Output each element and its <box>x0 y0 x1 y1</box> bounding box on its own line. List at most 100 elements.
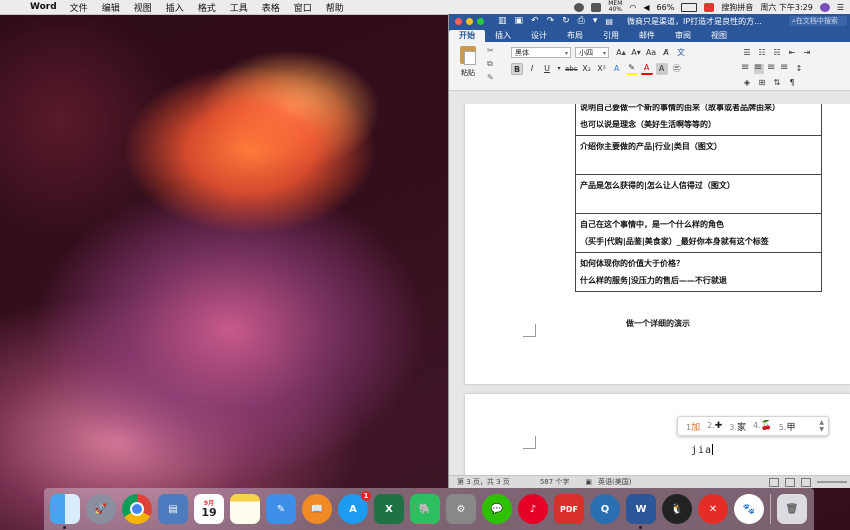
qq-icon[interactable]: 🐧 <box>662 494 692 524</box>
copy-icon[interactable]: ⧉ <box>487 59 494 69</box>
notification-center-icon[interactable]: ☰ <box>837 3 844 12</box>
menu-edit[interactable]: 编辑 <box>102 1 120 14</box>
increase-indent-icon[interactable]: ⇥ <box>801 47 813 59</box>
books-icon[interactable]: 📖 <box>302 494 332 524</box>
character-shading-icon[interactable]: A <box>655 63 668 75</box>
menu-insert[interactable]: 插入 <box>166 1 184 14</box>
line-spacing-icon[interactable]: ↕ <box>793 63 805 75</box>
app-status-icon[interactable] <box>591 2 602 12</box>
redo-icon[interactable]: ↷ <box>547 16 555 26</box>
clock[interactable]: 周六 下午3:29 <box>760 2 813 13</box>
italic-button[interactable]: I <box>526 63 538 75</box>
tab-home[interactable]: 开始 <box>449 30 485 42</box>
print-layout-icon[interactable] <box>769 478 779 487</box>
quicktime-icon[interactable]: Q <box>590 494 620 524</box>
ime-page-arrows-icon[interactable]: ▲ ▼ <box>819 419 824 433</box>
focus-icon[interactable] <box>801 478 811 487</box>
calendar-icon[interactable]: 9月 19 <box>194 494 224 524</box>
table-cell[interactable]: 产品是怎么获得的|怎么让人信得过（图文） <box>575 174 822 214</box>
print-icon[interactable]: ⎙ <box>578 16 585 26</box>
menu-window[interactable]: 窗口 <box>294 1 312 14</box>
evernote-icon[interactable]: 🐘 <box>410 494 440 524</box>
system-preferences-icon[interactable]: ⚙ <box>446 494 476 524</box>
table-cell[interactable]: 自己在这个事情中，是一个什么样的角色 （买手|代购|品鉴|美食家）_最好你本身就… <box>575 213 822 253</box>
bullets-icon[interactable]: ☰ <box>741 47 753 59</box>
align-right-icon[interactable] <box>767 62 777 74</box>
trash-icon[interactable]: 🗑 <box>777 494 807 524</box>
proofing-icon[interactable]: ▣ <box>585 478 592 486</box>
launchpad-icon[interactable]: 🚀 <box>86 494 116 524</box>
zoom-window-button[interactable] <box>477 17 484 25</box>
customize-icon[interactable]: ▾ <box>593 16 598 26</box>
enclose-character-icon[interactable]: ㊂ <box>671 63 683 75</box>
language[interactable]: 英语(美国) <box>598 477 631 487</box>
menu-format[interactable]: 格式 <box>198 1 216 14</box>
cut-icon[interactable]: ✂ <box>487 46 494 55</box>
save-icon[interactable]: ▣ <box>515 16 524 26</box>
tab-layout[interactable]: 布局 <box>557 30 593 42</box>
menu-file[interactable]: 文件 <box>70 1 88 14</box>
wechat-icon[interactable]: 💬 <box>482 494 512 524</box>
underline-button[interactable]: U <box>541 63 553 75</box>
repeat-icon[interactable]: ↻ <box>562 16 570 26</box>
document-heading[interactable]: 做一个详细的演示 <box>465 318 850 329</box>
word-count[interactable]: 587 个字 <box>540 477 570 487</box>
ime-candidate[interactable]: 4.🍒 <box>753 421 772 431</box>
tab-insert[interactable]: 插入 <box>485 30 521 42</box>
document-page[interactable]: 说明自己要做一个新的事情的由来（故事或者品牌由来） 也可以说是理念（美好生活啊等… <box>465 104 850 384</box>
word-icon[interactable]: W <box>626 494 656 529</box>
multilevel-list-icon[interactable]: ☵ <box>771 47 783 59</box>
clear-format-icon[interactable]: A̸ <box>660 47 672 59</box>
decrease-indent-icon[interactable]: ⇤ <box>786 47 798 59</box>
menu-view[interactable]: 视图 <box>134 1 152 14</box>
finder-icon[interactable] <box>50 494 80 529</box>
tab-review[interactable]: 审阅 <box>665 30 701 42</box>
user-avatar-icon[interactable] <box>819 2 830 12</box>
preview-icon[interactable]: ▤ <box>158 494 188 524</box>
text-effects-icon[interactable]: A <box>611 63 623 75</box>
ime-name[interactable]: 搜狗拼音 <box>721 2 753 13</box>
table-cell[interactable]: 说明自己要做一个新的事情的由来（故事或者品牌由来） 也可以说是理念（美好生活啊等… <box>575 104 822 136</box>
close-window-button[interactable] <box>455 17 462 25</box>
font-size-select[interactable]: 小四 <box>575 47 609 59</box>
volume-icon[interactable]: ◀ <box>643 3 649 12</box>
pdf-expert-icon[interactable]: PDF <box>554 494 584 524</box>
search-document-input[interactable]: ⌕ 在文档中搜索 <box>789 16 847 26</box>
zoom-slider[interactable] <box>817 481 847 483</box>
undo-icon[interactable]: ↶ <box>531 16 539 26</box>
strikethrough-button[interactable]: abc <box>565 63 578 75</box>
minimize-window-button[interactable] <box>466 17 473 25</box>
table-cell[interactable]: 如何体现你的价值大于价格？ 什么样的服务|没压力的售后——不行就退 <box>575 252 822 292</box>
font-color-icon[interactable]: A <box>640 63 653 75</box>
page-count[interactable]: 第 3 页，共 3 页 <box>457 477 510 487</box>
phonetic-guide-icon[interactable]: 文 <box>675 47 687 59</box>
shrink-font-icon[interactable]: A▾ <box>630 47 642 59</box>
bold-button[interactable]: B <box>511 63 523 75</box>
menu-help[interactable]: 帮助 <box>326 1 344 14</box>
tab-view[interactable]: 视图 <box>701 30 737 42</box>
underline-dropdown-icon[interactable]: ▾ <box>556 63 562 75</box>
format-painter-icon[interactable]: ✎ <box>487 73 494 82</box>
table-cell[interactable]: 介绍你主要做的产品|行业|类目（图文） <box>575 135 822 175</box>
grow-font-icon[interactable]: A▴ <box>615 47 627 59</box>
tab-design[interactable]: 设计 <box>521 30 557 42</box>
battery-icon[interactable] <box>681 2 698 12</box>
ime-candidate[interactable]: 2.✚ <box>707 421 722 431</box>
sidebar-icon[interactable]: ▥ <box>498 16 507 26</box>
justify-icon[interactable] <box>780 62 790 74</box>
ime-candidate[interactable]: 5.甲 <box>779 420 796 433</box>
menu-tools[interactable]: 工具 <box>230 1 248 14</box>
sogou-ime-icon[interactable] <box>704 2 715 12</box>
app-store-icon[interactable]: A1 <box>338 491 371 524</box>
paste-button[interactable]: 粘贴 <box>457 46 479 86</box>
app-menu-word[interactable]: Word <box>30 2 57 12</box>
excel-icon[interactable]: X <box>374 494 404 524</box>
subscript-button[interactable]: X₂ <box>581 63 593 75</box>
numbering-icon[interactable]: ☷ <box>756 47 768 59</box>
highlight-color-icon[interactable]: ✎ <box>625 63 638 75</box>
web-layout-icon[interactable] <box>785 478 795 487</box>
menu-table[interactable]: 表格 <box>262 1 280 14</box>
tab-mailings[interactable]: 邮件 <box>629 30 665 42</box>
shading-icon[interactable]: ◈ <box>741 77 753 89</box>
font-name-select[interactable]: 黑体 <box>511 47 571 59</box>
